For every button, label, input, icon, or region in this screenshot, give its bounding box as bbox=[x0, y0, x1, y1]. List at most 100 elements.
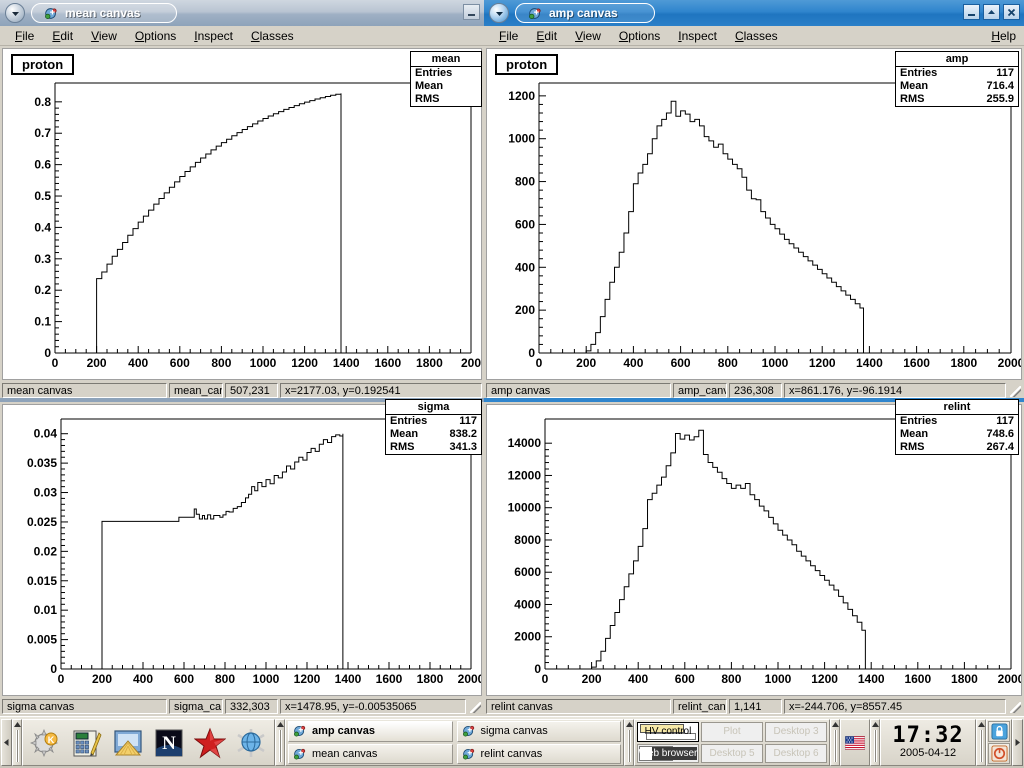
lock-screen-button[interactable] bbox=[988, 721, 1010, 742]
image-viewer-icon[interactable] bbox=[109, 723, 147, 763]
taskbar-collapse-left-button[interactable] bbox=[1, 719, 12, 766]
menubar-mean-canvas[interactable]: File Edit View Options Inspect Classes bbox=[0, 26, 484, 46]
desktop-button-4[interactable]: Web browser bbox=[637, 743, 699, 763]
svg-text:200: 200 bbox=[461, 356, 481, 370]
menu-edit[interactable]: Edit bbox=[527, 29, 566, 43]
svg-text:0: 0 bbox=[58, 672, 65, 686]
quick-launcher[interactable]: K N bbox=[22, 719, 275, 766]
task-button-amp-canvas[interactable]: amp canvas bbox=[288, 721, 453, 742]
window-buttons-amp-canvas[interactable] bbox=[963, 4, 1020, 20]
svg-text:2000: 2000 bbox=[998, 356, 1021, 370]
menubar-amp-canvas[interactable]: File Edit View Options Inspect Classes H… bbox=[484, 26, 1024, 46]
stats-entries-value: 117 bbox=[996, 67, 1014, 79]
status-pixel: 236,308 bbox=[729, 383, 782, 398]
clock-drag-handle[interactable] bbox=[870, 719, 880, 766]
task-label: sigma canvas bbox=[480, 725, 548, 738]
task-button-mean-canvas[interactable]: mean canvas bbox=[288, 743, 453, 764]
system-tray[interactable] bbox=[840, 719, 870, 766]
stats-box-relint: relint Entries 117 Mean 748.6 RMS 267.4 bbox=[895, 399, 1019, 455]
menu-view[interactable]: View bbox=[82, 29, 126, 43]
minimize-button[interactable] bbox=[463, 4, 480, 20]
svg-text:1200: 1200 bbox=[291, 356, 318, 370]
desktop-button-2[interactable]: Plot bbox=[701, 722, 763, 742]
menu-classes[interactable]: Classes bbox=[242, 29, 303, 43]
menu-file[interactable]: File bbox=[490, 29, 527, 43]
window-relint-canvas[interactable]: 0 200 400 600 800 1000 1200 1400 1600 1800 2000 0 20… bbox=[484, 398, 1024, 716]
root-canvas-icon bbox=[294, 748, 306, 760]
tray-drag-handle[interactable] bbox=[830, 719, 840, 766]
desktop-button-5[interactable]: Desktop 5 bbox=[701, 743, 763, 763]
svg-text:1400: 1400 bbox=[856, 356, 883, 370]
window-sigma-canvas[interactable]: 0 200 400 600 800 1000 1200 1400 1600 1800 2000 0 0.… bbox=[0, 398, 484, 716]
desktop-pager[interactable]: HV control Plot Desktop 3 Web browser De… bbox=[634, 719, 830, 766]
canvas-sigma[interactable]: 0 200 400 600 800 1000 1200 1400 1600 1800 2000 0 0.… bbox=[2, 399, 482, 696]
desktop-button-1[interactable]: HV control bbox=[637, 722, 699, 742]
amp-canvas-plot-series bbox=[585, 100, 864, 353]
menu-help[interactable]: Help bbox=[982, 29, 1024, 43]
web-browser-icon[interactable] bbox=[232, 723, 270, 763]
svg-text:600: 600 bbox=[174, 672, 194, 686]
svg-text:1000: 1000 bbox=[765, 672, 792, 686]
titlebar-mean-canvas[interactable]: mean canvas bbox=[0, 0, 484, 26]
taskbar[interactable]: K N amp canvas sigma canvas mean canvas … bbox=[0, 716, 1024, 768]
clock[interactable]: 17:32 2005-04-12 bbox=[880, 719, 976, 766]
canvas-relint[interactable]: 0 200 400 600 800 1000 1200 1400 1600 1800 2000 0 20… bbox=[486, 399, 1022, 696]
resize-grip[interactable] bbox=[468, 699, 482, 714]
svg-text:600: 600 bbox=[515, 217, 535, 231]
pager-drag-handle[interactable] bbox=[624, 719, 634, 766]
menu-options[interactable]: Options bbox=[610, 29, 669, 43]
stats-entries-label: Entries bbox=[900, 415, 938, 427]
menu-classes[interactable]: Classes bbox=[726, 29, 787, 43]
system-buttons[interactable] bbox=[986, 719, 1012, 766]
svg-text:0: 0 bbox=[50, 662, 57, 676]
resize-grip[interactable] bbox=[1008, 383, 1022, 398]
titlebar-amp-canvas[interactable]: amp canvas bbox=[484, 0, 1024, 26]
menu-inspect[interactable]: Inspect bbox=[185, 29, 242, 43]
canvas-amp[interactable]: 0 200 400 600 800 1000 1200 1400 1600 1800 2000 0 20… bbox=[486, 48, 1022, 380]
svg-text:0.2: 0.2 bbox=[34, 283, 51, 297]
stats-box-sigma: sigma Entries 117 Mean 838.2 RMS 341.3 bbox=[385, 399, 482, 455]
lock-screen-icon bbox=[990, 723, 1008, 740]
menu-file[interactable]: File bbox=[6, 29, 43, 43]
root-canvas-icon bbox=[462, 726, 474, 737]
window-mean-canvas[interactable]: mean canvas File Edit View Options Inspe… bbox=[0, 0, 484, 400]
menu-view[interactable]: View bbox=[566, 29, 610, 43]
window-menu-icon[interactable] bbox=[5, 3, 25, 23]
window-buttons-mean-canvas[interactable] bbox=[463, 4, 480, 20]
launcher-drag-handle[interactable] bbox=[12, 719, 22, 766]
svg-text:400: 400 bbox=[628, 672, 648, 686]
netscape-icon[interactable]: N bbox=[150, 723, 188, 763]
menu-edit[interactable]: Edit bbox=[43, 29, 82, 43]
tasklist-drag-handle[interactable] bbox=[275, 719, 285, 766]
menu-options[interactable]: Options bbox=[126, 29, 185, 43]
star-icon[interactable] bbox=[191, 723, 229, 763]
svg-text:0.3: 0.3 bbox=[34, 252, 51, 266]
canvas-mean[interactable]: 0 200 400 600 800 1000 1200 1400 1600 1800 200 0 0.1… bbox=[2, 48, 482, 380]
status-canvas-name: sigma canvas bbox=[2, 699, 167, 714]
stats-mean-value: 838.2 bbox=[449, 428, 477, 440]
menu-inspect[interactable]: Inspect bbox=[669, 29, 726, 43]
svg-text:200: 200 bbox=[576, 356, 596, 370]
window-menu-icon[interactable] bbox=[489, 3, 509, 23]
svg-text:N: N bbox=[162, 733, 176, 754]
kmenu-icon[interactable]: K bbox=[27, 723, 65, 763]
task-button-relint-canvas[interactable]: relint canvas bbox=[456, 743, 621, 764]
desktop-button-3[interactable]: Desktop 3 bbox=[765, 722, 827, 742]
desktop-button-6[interactable]: Desktop 6 bbox=[765, 743, 827, 763]
minimize-button[interactable] bbox=[963, 4, 980, 20]
resize-grip[interactable] bbox=[1008, 699, 1022, 714]
svg-text:200: 200 bbox=[515, 303, 535, 317]
status-coords: x=861.176, y=-96.1914 bbox=[784, 383, 1006, 398]
svg-text:0: 0 bbox=[52, 356, 59, 370]
svg-text:1600: 1600 bbox=[903, 356, 930, 370]
window-amp-canvas[interactable]: amp canvas File Edit View Options Inspec… bbox=[484, 0, 1024, 400]
sysbtn-drag-handle[interactable] bbox=[976, 719, 986, 766]
logout-button[interactable] bbox=[988, 743, 1010, 764]
task-button-sigma-canvas[interactable]: sigma canvas bbox=[456, 721, 621, 742]
calculator-icon[interactable] bbox=[68, 723, 106, 763]
task-list[interactable]: amp canvas sigma canvas mean canvas reli… bbox=[285, 719, 624, 766]
taskbar-expand-right-button[interactable] bbox=[1012, 719, 1023, 766]
close-button[interactable] bbox=[1003, 4, 1020, 20]
maximize-button[interactable] bbox=[983, 4, 1000, 20]
svg-text:0.005: 0.005 bbox=[27, 633, 57, 647]
